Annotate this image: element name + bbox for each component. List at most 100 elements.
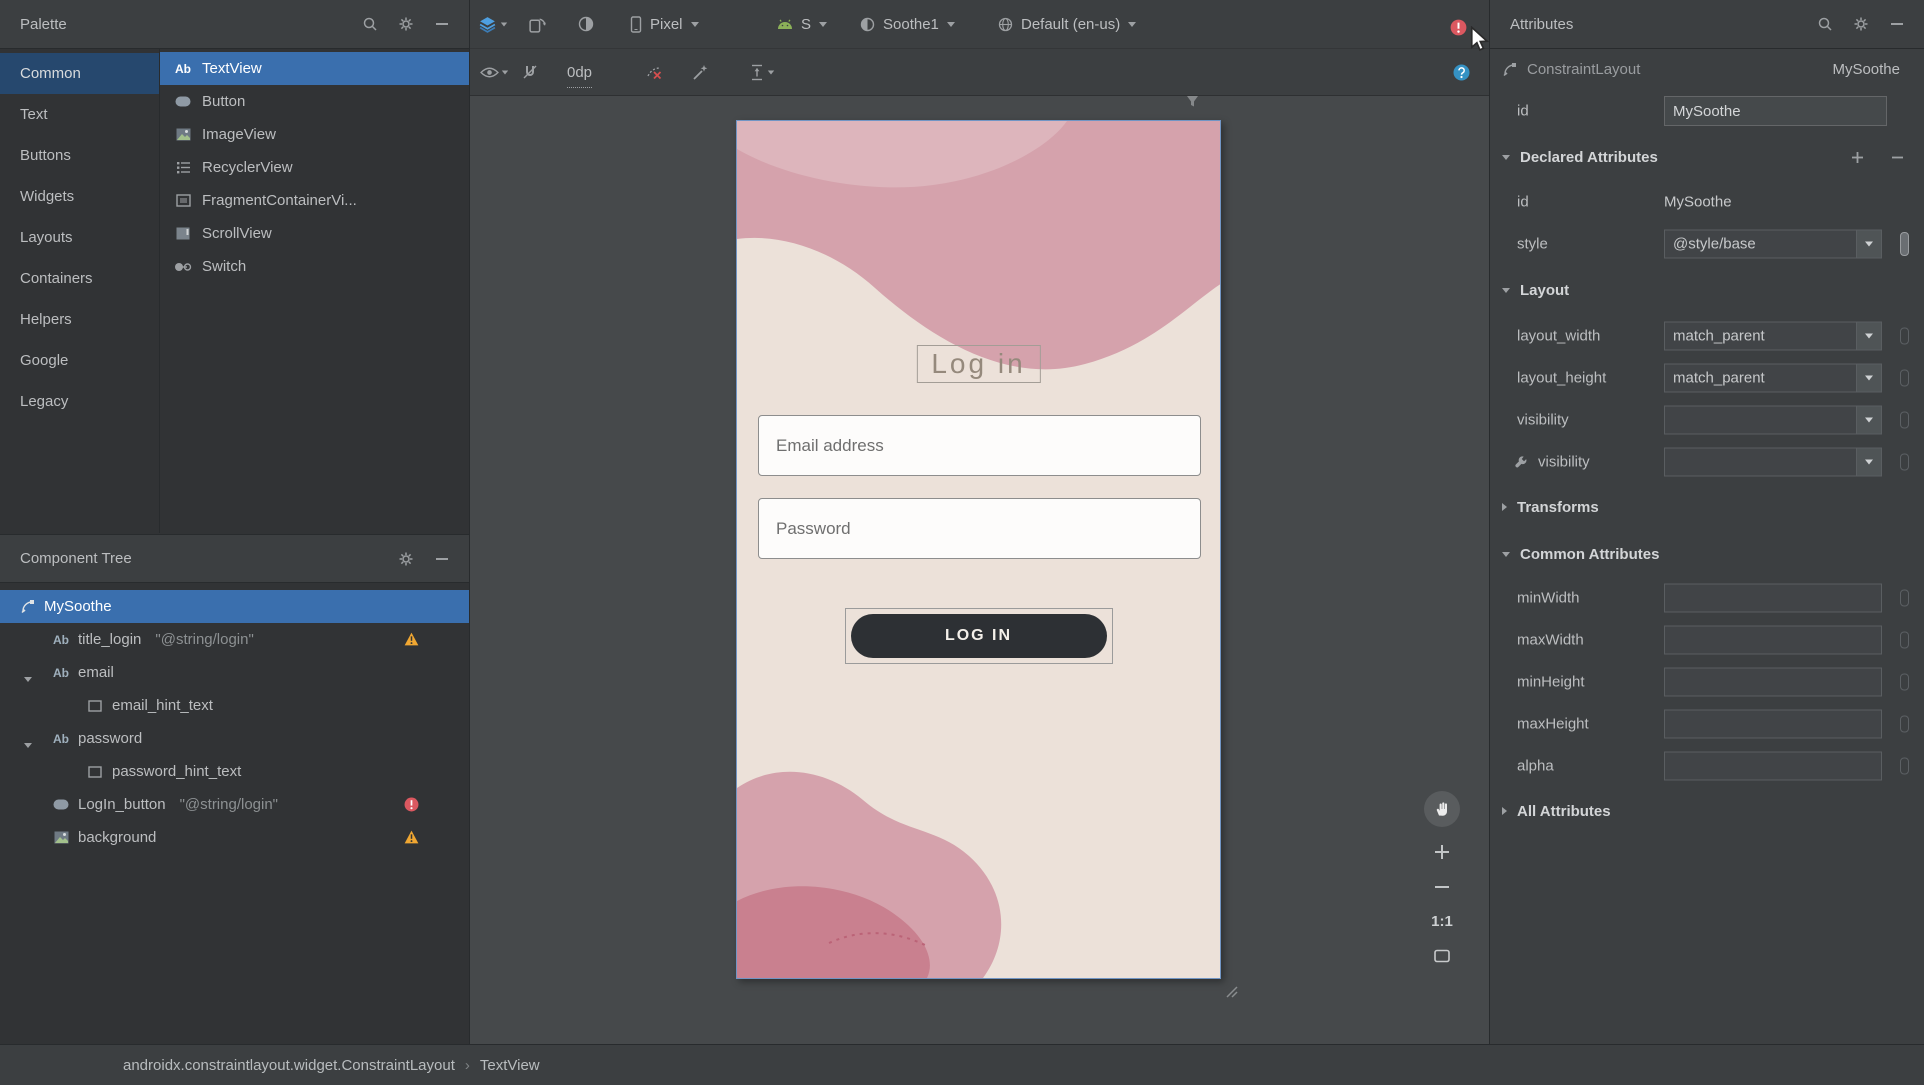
- style-dropdown[interactable]: @style/base: [1664, 229, 1882, 259]
- add-attribute-icon[interactable]: [1848, 148, 1866, 166]
- login-button[interactable]: LOG IN: [850, 614, 1107, 658]
- flag-toggle[interactable]: [1900, 673, 1909, 691]
- help-icon[interactable]: [1453, 57, 1470, 87]
- layout-width-dropdown[interactable]: match_parent: [1664, 321, 1882, 351]
- error-notification-icon[interactable]: [1450, 12, 1467, 42]
- chevron-down-icon[interactable]: [24, 669, 32, 686]
- palette-item-imageview[interactable]: ImageView: [160, 118, 469, 151]
- login-title-widget[interactable]: Log in: [916, 345, 1041, 383]
- locale-selector[interactable]: Default (en-us): [998, 9, 1137, 39]
- section-all-attributes[interactable]: All Attributes: [1490, 787, 1924, 835]
- palette-category-google[interactable]: Google: [0, 340, 159, 381]
- palette-category-helpers[interactable]: Helpers: [0, 299, 159, 340]
- minimize-icon[interactable]: [433, 15, 451, 33]
- palette-category-text[interactable]: Text: [0, 94, 159, 135]
- flag-toggle[interactable]: [1900, 631, 1909, 649]
- zoom-fit-button[interactable]: [1434, 941, 1450, 971]
- minheight-input[interactable]: [1664, 667, 1882, 697]
- section-common-attributes[interactable]: Common Attributes: [1490, 531, 1924, 577]
- palette-item-textview[interactable]: Ab TextView: [160, 52, 469, 85]
- tree-item-password-hint-text[interactable]: password_hint_text: [0, 755, 469, 788]
- email-field[interactable]: Email address: [758, 415, 1201, 476]
- warning-icon[interactable]: [404, 632, 419, 646]
- tree-item-password[interactable]: Ab password: [0, 722, 469, 755]
- palette-category-layouts[interactable]: Layouts: [0, 217, 159, 258]
- password-field[interactable]: Password: [758, 498, 1201, 559]
- maxwidth-input[interactable]: [1664, 625, 1882, 655]
- resize-handle[interactable]: [1224, 984, 1238, 998]
- chevron-down-icon[interactable]: [1856, 322, 1881, 350]
- default-margin-button[interactable]: 0dp: [567, 58, 593, 88]
- pan-button[interactable]: [1424, 791, 1460, 827]
- maxheight-input[interactable]: [1664, 709, 1882, 739]
- flag-toggle[interactable]: [1900, 453, 1909, 471]
- palette-category-widgets[interactable]: Widgets: [0, 176, 159, 217]
- palette-item-fragmentcontainerview[interactable]: FragmentContainerVi...: [160, 184, 469, 217]
- flag-toggle[interactable]: [1900, 715, 1909, 733]
- section-layout[interactable]: Layout: [1490, 265, 1924, 315]
- gear-icon[interactable]: [397, 550, 415, 568]
- flag-toggle[interactable]: [1900, 327, 1909, 345]
- section-transforms[interactable]: Transforms: [1490, 483, 1924, 531]
- orientation-icon[interactable]: [528, 9, 547, 39]
- layout-height-dropdown[interactable]: match_parent: [1664, 363, 1882, 393]
- design-canvas[interactable]: Log in Email address Password LOG IN 1:1: [470, 96, 1489, 1044]
- gear-icon[interactable]: [1852, 15, 1870, 33]
- palette-item-recyclerview[interactable]: RecyclerView: [160, 151, 469, 184]
- chevron-down-icon[interactable]: [1856, 230, 1881, 258]
- alpha-input[interactable]: [1664, 751, 1882, 781]
- breadcrumb-constraintlayout[interactable]: androidx.constraintlayout.widget.Constra…: [123, 1057, 455, 1074]
- zoom-out-button[interactable]: [1427, 872, 1457, 902]
- palette-category-containers[interactable]: Containers: [0, 258, 159, 299]
- palette-category-buttons[interactable]: Buttons: [0, 135, 159, 176]
- view-options-icon[interactable]: [480, 57, 509, 87]
- filter-icon[interactable]: [1186, 96, 1199, 108]
- id-input[interactable]: MySoothe: [1664, 96, 1887, 126]
- error-icon[interactable]: [404, 797, 419, 812]
- search-icon[interactable]: [361, 15, 379, 33]
- section-declared-attributes[interactable]: Declared Attributes: [1490, 133, 1924, 181]
- phone-preview[interactable]: Log in Email address Password LOG IN: [736, 120, 1221, 979]
- tree-item-login-button[interactable]: LogIn_button "@string/login": [0, 788, 469, 821]
- tools-visibility-dropdown[interactable]: [1664, 447, 1882, 477]
- autoconnect-off-icon[interactable]: [522, 57, 538, 87]
- breadcrumb-textview[interactable]: TextView: [480, 1057, 540, 1074]
- tree-item-email-hint-text[interactable]: email_hint_text: [0, 689, 469, 722]
- chevron-down-icon[interactable]: [1856, 364, 1881, 392]
- palette-item-scrollview[interactable]: ScrollView: [160, 217, 469, 250]
- chevron-down-icon[interactable]: [24, 735, 32, 752]
- gear-icon[interactable]: [397, 15, 415, 33]
- remove-attribute-icon[interactable]: [1888, 148, 1906, 166]
- attr-value[interactable]: MySoothe: [1664, 194, 1732, 211]
- palette-item-switch[interactable]: Switch: [160, 250, 469, 283]
- palette-category-common[interactable]: Common: [0, 53, 159, 94]
- infer-constraints-icon[interactable]: [692, 57, 709, 87]
- pack-align-icon[interactable]: [750, 57, 775, 87]
- chevron-down-icon[interactable]: [1856, 448, 1881, 476]
- chevron-down-icon[interactable]: [1856, 406, 1881, 434]
- night-mode-icon[interactable]: [578, 9, 594, 39]
- minimize-icon[interactable]: [433, 550, 451, 568]
- minimize-icon[interactable]: [1888, 15, 1906, 33]
- design-surface-icon[interactable]: [478, 9, 508, 39]
- search-icon[interactable]: [1816, 15, 1834, 33]
- flag-toggle[interactable]: [1900, 757, 1909, 775]
- palette-category-legacy[interactable]: Legacy: [0, 381, 159, 422]
- minwidth-input[interactable]: [1664, 583, 1882, 613]
- warning-icon[interactable]: [404, 830, 419, 844]
- flag-toggle[interactable]: [1900, 232, 1909, 256]
- tree-item-background[interactable]: background: [0, 821, 469, 854]
- tree-item-email[interactable]: Ab email: [0, 656, 469, 689]
- palette-item-button[interactable]: Button: [160, 85, 469, 118]
- flag-toggle[interactable]: [1900, 369, 1909, 387]
- zoom-actual-button[interactable]: 1:1: [1431, 907, 1453, 935]
- api-selector[interactable]: S: [777, 9, 828, 39]
- zoom-in-button[interactable]: [1427, 837, 1457, 867]
- flag-toggle[interactable]: [1900, 411, 1909, 429]
- theme-selector[interactable]: Soothe1: [860, 9, 955, 39]
- tree-item-title-login[interactable]: Ab title_login "@string/login": [0, 623, 469, 656]
- flag-toggle[interactable]: [1900, 589, 1909, 607]
- device-selector[interactable]: Pixel: [630, 9, 699, 39]
- tree-item-mysoothe[interactable]: MySoothe: [0, 590, 469, 623]
- visibility-dropdown[interactable]: [1664, 405, 1882, 435]
